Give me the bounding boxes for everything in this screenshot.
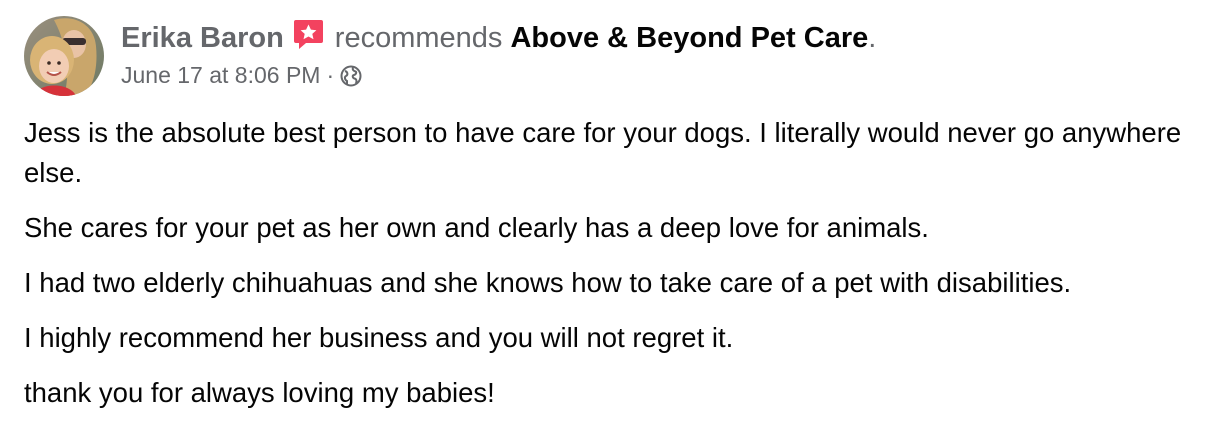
recommendation-post: Erika Baron recommends Above & Beyond Pe… xyxy=(0,0,1218,424)
recommendation-star-icon xyxy=(292,18,325,51)
post-header: Erika Baron recommends Above & Beyond Pe… xyxy=(121,18,1201,90)
avatar[interactable] xyxy=(24,16,104,96)
page-name-link[interactable]: Above & Beyond Pet Care xyxy=(510,22,868,54)
post-paragraph: Jess is the absolute best person to have… xyxy=(24,117,1182,188)
meta-separator: · xyxy=(326,62,335,88)
post-meta: June 17 at 8:06 PM · xyxy=(121,60,1201,90)
post-body: Jess is the absolute best person to have… xyxy=(24,113,1204,428)
post-paragraph: thank you for always loving my babies! xyxy=(24,377,495,408)
post-title-line: Erika Baron recommends Above & Beyond Pe… xyxy=(121,18,1201,57)
globe-icon[interactable] xyxy=(340,64,362,87)
title-period: . xyxy=(868,22,877,54)
author-name[interactable]: Erika Baron xyxy=(121,22,284,54)
post-paragraph: I had two elderly chihuahuas and she kno… xyxy=(24,267,1072,298)
post-paragraph: I highly recommend her business and you … xyxy=(24,322,734,353)
post-paragraph: She cares for your pet as her own and cl… xyxy=(24,212,929,243)
timestamp-link[interactable]: June 17 at 8:06 PM xyxy=(121,62,320,88)
action-verb: recommends xyxy=(334,22,503,54)
